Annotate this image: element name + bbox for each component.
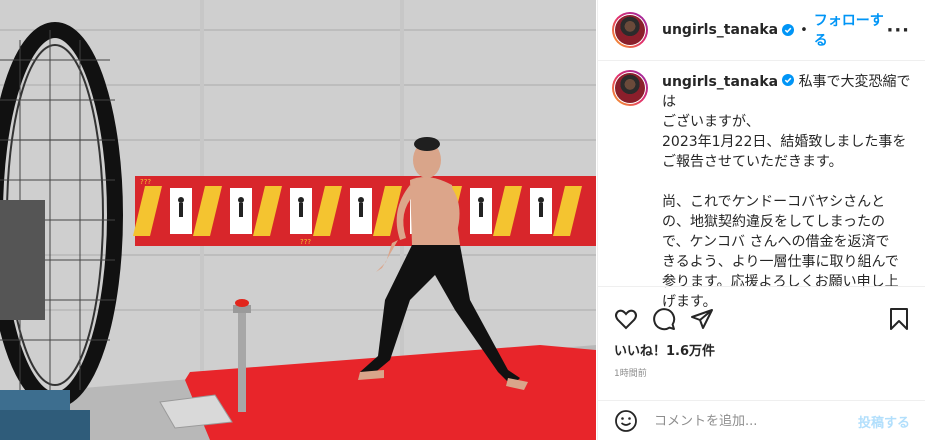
red-button bbox=[235, 299, 249, 307]
comment-icon[interactable] bbox=[652, 307, 676, 331]
follow-button[interactable]: フォローする bbox=[814, 10, 887, 50]
caption-line: 尚、これでケンドーコバヤシさんと bbox=[662, 194, 886, 210]
caption-avatar[interactable] bbox=[612, 70, 648, 106]
caption-line: 2023年1月22日、結婚致しました事を bbox=[662, 134, 907, 150]
post-comment-button[interactable]: 投稿する bbox=[858, 412, 910, 431]
separator-dot: • bbox=[800, 22, 808, 38]
caption-line: ございますが、 bbox=[662, 114, 760, 130]
caption-verified-badge-icon bbox=[782, 72, 795, 92]
banner-marks: ??? bbox=[140, 178, 151, 186]
caption-line: で、ケンコバ さんへの借金を返済で bbox=[662, 234, 890, 250]
caption-line: ご報告させていただきます。 bbox=[662, 154, 843, 170]
banner-marks-bottom: ??? bbox=[300, 238, 311, 246]
comment-box: 投稿する bbox=[598, 400, 925, 441]
caption-line: きるよう、より一層仕事に取り組んで bbox=[662, 254, 899, 270]
post-photo: ??? ??? bbox=[0, 0, 596, 440]
caption-line: の、地獄契約違反をしてしまったの bbox=[662, 214, 886, 230]
action-bar bbox=[598, 286, 925, 339]
emoji-icon[interactable] bbox=[614, 409, 638, 433]
banner: ??? ??? bbox=[133, 176, 596, 246]
post-sidebar: ungirls_tanaka • フォローする ··· ungirls_tana… bbox=[597, 0, 925, 440]
caption-username[interactable]: ungirls_tanaka bbox=[662, 74, 778, 90]
more-options-icon[interactable]: ··· bbox=[886, 20, 910, 41]
post-timestamp: 1時間前 bbox=[614, 369, 647, 379]
post-header: ungirls_tanaka • フォローする ··· bbox=[598, 0, 925, 61]
save-icon[interactable] bbox=[888, 307, 910, 331]
comment-input[interactable] bbox=[652, 412, 858, 430]
share-icon[interactable] bbox=[690, 307, 714, 331]
caption: ungirls_tanaka 私事で大変恐縮では ございますが、 2023年1月… bbox=[612, 70, 912, 312]
verified-badge-icon bbox=[782, 21, 795, 40]
caption-text: ungirls_tanaka 私事で大変恐縮では ございますが、 2023年1月… bbox=[662, 72, 912, 312]
heart-icon[interactable] bbox=[614, 307, 638, 331]
avatar[interactable] bbox=[612, 12, 648, 48]
likes-count[interactable]: いいね！1.6万件 bbox=[614, 340, 715, 359]
photo-illustration: ??? ??? bbox=[0, 0, 596, 440]
header-username[interactable]: ungirls_tanaka bbox=[662, 22, 778, 38]
